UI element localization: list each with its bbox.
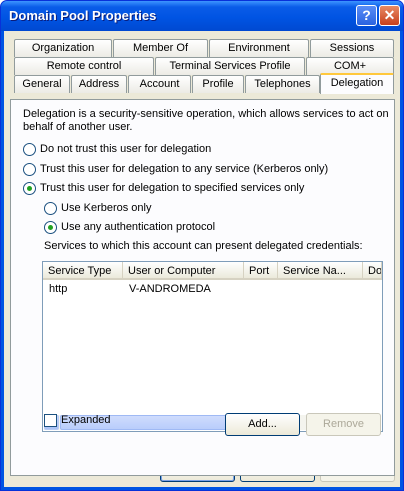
radio-trust-specified-services-label[interactable]: Trust this user for delegation to specif… (40, 182, 304, 194)
tab-telephones[interactable]: Telephones (245, 75, 320, 93)
radio-trust-any-service-circle[interactable] (23, 163, 36, 176)
delegation-description-line1: Delegation is a security-sensitive opera… (23, 108, 389, 120)
title-bar[interactable]: Domain Pool Properties ? ✕ (1, 1, 403, 31)
question-mark-icon: ? (362, 7, 371, 23)
close-button[interactable]: ✕ (379, 5, 400, 26)
radio-trust-specified-services-circle[interactable] (23, 182, 36, 195)
radio-trust-any-service-label[interactable]: Trust this user for delegation to any se… (40, 163, 328, 175)
radio-use-any-authentication-circle[interactable] (44, 221, 57, 234)
services-label: Services to which this account can prese… (44, 240, 363, 252)
expanded-checkbox[interactable] (44, 414, 57, 427)
tab-profile[interactable]: Profile (192, 75, 244, 93)
delegation-description-line2: behalf of another user. (23, 121, 133, 133)
cell-user-or-computer: V-ANDROMEDA (129, 283, 211, 295)
tab-address[interactable]: Address (71, 75, 127, 93)
tab-member-of[interactable]: Member Of (113, 39, 208, 57)
tab-environment[interactable]: Environment (209, 39, 309, 57)
cell-service-type: http (49, 283, 68, 295)
column-header-user-or-computer[interactable]: User or Computer (123, 262, 244, 280)
radio-use-kerberos-only-circle[interactable] (44, 202, 57, 215)
close-icon: ✕ (383, 7, 396, 23)
remove-button[interactable]: Remove (306, 413, 381, 436)
column-header-service-name[interactable]: Service Na... (278, 262, 363, 280)
column-header-service-type[interactable]: Service Type (43, 262, 123, 280)
column-header-domain[interactable]: Do (363, 262, 382, 280)
tab-terminal-services-profile[interactable]: Terminal Services Profile (155, 57, 305, 75)
radio-use-any-authentication-label[interactable]: Use any authentication protocol (61, 221, 215, 233)
expanded-label[interactable]: Expanded (61, 414, 111, 426)
radio-do-not-trust-circle[interactable] (23, 143, 36, 156)
column-header-port[interactable]: Port (244, 262, 278, 280)
radio-use-kerberos-only-label[interactable]: Use Kerberos only (61, 202, 152, 214)
tab-account[interactable]: Account (128, 75, 191, 93)
tab-general[interactable]: General (14, 75, 70, 93)
tab-remote-control[interactable]: Remote control (14, 57, 154, 75)
tab-delegation[interactable]: Delegation (320, 73, 394, 94)
tab-sessions[interactable]: Sessions (310, 39, 394, 57)
add-button[interactable]: Add... (225, 413, 300, 436)
radio-do-not-trust-label[interactable]: Do not trust this user for delegation (40, 143, 211, 155)
dialog-client-area: Organization Member Of Environment Sessi… (4, 31, 400, 487)
window-title: Domain Pool Properties (9, 8, 157, 23)
help-button[interactable]: ? (356, 5, 377, 26)
tab-organization[interactable]: Organization (14, 39, 112, 57)
properties-window: Domain Pool Properties ? ✕ Organization … (0, 0, 404, 491)
services-list[interactable]: Service Type User or Computer Port Servi… (42, 261, 383, 432)
